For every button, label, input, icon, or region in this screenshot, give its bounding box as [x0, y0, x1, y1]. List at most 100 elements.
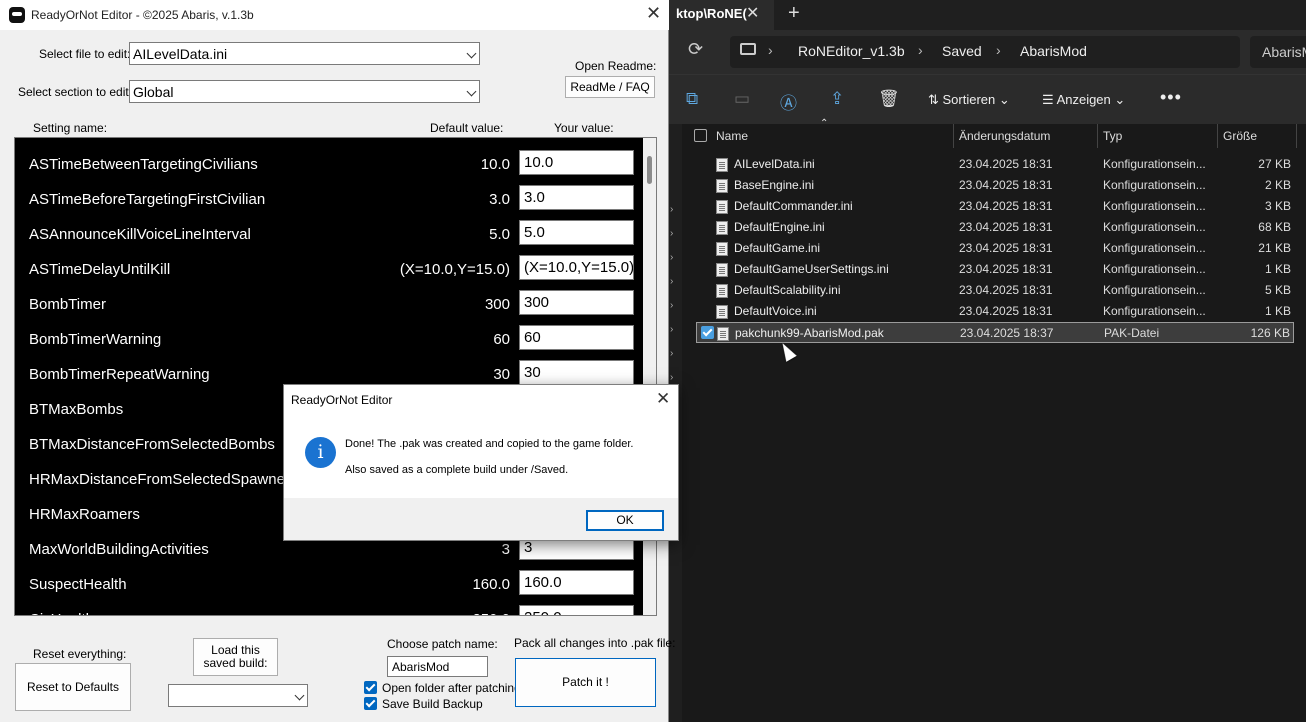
load-build-label-line2: saved build:: [203, 656, 268, 670]
close-tab-icon[interactable]: ✕: [746, 3, 759, 23]
chevron-down-icon: [466, 86, 477, 97]
explorer-tab-title: ktop\RoNE(: [676, 6, 747, 21]
file-row[interactable]: BaseEngine.ini 23.04.2025 18:31 Konfigurat…: [696, 175, 1294, 196]
select-all-checkbox[interactable]: [694, 129, 707, 142]
file-row[interactable]: DefaultGame.ini 23.04.2025 18:31 Konfigura…: [696, 238, 1294, 259]
chevron-right-icon[interactable]: ›: [670, 204, 673, 215]
setting-name: BombTimerRepeatWarning: [29, 366, 210, 383]
setting-value-input[interactable]: 30: [519, 360, 634, 385]
sort-button[interactable]: ⇅ Sortieren ⌄: [928, 92, 1010, 108]
chevron-down-icon: [294, 690, 305, 701]
chevron-right-icon[interactable]: ›: [670, 300, 673, 311]
setting-value-input[interactable]: 300: [519, 290, 634, 315]
setting-value-input[interactable]: 250.0: [519, 605, 634, 615]
file-select-value: AILevelData.ini: [133, 46, 228, 62]
file-date: 23.04.2025 18:31: [959, 241, 1053, 255]
close-window-button[interactable]: ✕: [646, 3, 661, 24]
patch-button[interactable]: Patch it !: [515, 658, 656, 707]
column-divider[interactable]: [1296, 124, 1297, 148]
setting-value-input[interactable]: 3.0: [519, 185, 634, 210]
explorer-tab[interactable]: ktop\RoNE( ✕: [668, 0, 774, 30]
chevron-right-icon[interactable]: ›: [670, 228, 673, 239]
breadcrumb-item[interactable]: Saved: [942, 43, 982, 59]
editor-title-bar[interactable]: ReadyOrNot Editor - ©2025 Abaris, v.1.3b…: [0, 0, 669, 30]
rename-icon[interactable]: Ⓐ: [780, 89, 797, 114]
setting-name: BombTimerWarning: [29, 331, 162, 348]
chevron-right-icon: ›: [996, 42, 1001, 58]
reset-defaults-button[interactable]: Reset to Defaults: [15, 663, 131, 711]
file-row[interactable]: DefaultVoice.ini 23.04.2025 18:31 Konfigur…: [696, 301, 1294, 322]
load-build-button[interactable]: Load this saved build:: [193, 638, 278, 676]
more-options-icon[interactable]: •••: [1160, 87, 1182, 108]
file-row[interactable]: DefaultEngine.ini 23.04.2025 18:31 Konfigu…: [696, 217, 1294, 238]
explorer-toolbar: ⧉ ▭ Ⓐ ⇪ 🗑 ⇅ Sortieren ⌄ ☰ Anzeigen ⌄ •••: [668, 74, 1306, 124]
file-name: DefaultGameUserSettings.ini: [734, 262, 889, 276]
scrollbar-thumb[interactable]: [647, 156, 652, 184]
setting-value-input[interactable]: 5.0: [519, 220, 634, 245]
file-name: BaseEngine.ini: [734, 178, 815, 192]
patch-name-input[interactable]: AbarisMod: [387, 656, 488, 677]
setting-row: ASAnnounceKillVoiceLineInterval 5.0 5.0: [15, 217, 643, 252]
column-divider[interactable]: [953, 124, 954, 148]
chevron-right-icon[interactable]: ›: [670, 324, 673, 335]
dialog-close-button[interactable]: ✕: [656, 389, 670, 409]
chevron-right-icon[interactable]: ›: [670, 252, 673, 263]
setting-default-value: 30: [493, 366, 510, 383]
setting-value-input[interactable]: 160.0: [519, 570, 634, 595]
chevron-right-icon[interactable]: ›: [670, 372, 673, 383]
breadcrumb[interactable]: › RoNEditor_v1.3b › Saved › AbarisMod: [730, 36, 1240, 68]
default-value-header: Default value:: [430, 121, 504, 135]
setting-value-input[interactable]: 60: [519, 325, 634, 350]
column-divider[interactable]: [1217, 124, 1218, 148]
section-select[interactable]: Global: [129, 80, 480, 103]
file-date: 23.04.2025 18:31: [959, 262, 1053, 276]
setting-name: ASTimeBetweenTargetingCivilians: [29, 156, 258, 173]
message-dialog: ReadyOrNot Editor ✕ i Done! The .pak was…: [283, 384, 679, 541]
select-section-label: Select section to edit:: [18, 85, 133, 99]
file-row[interactable]: AILevelData.ini 23.04.2025 18:31 Konfigura…: [696, 154, 1294, 175]
column-name[interactable]: Name: [716, 129, 748, 143]
breadcrumb-item[interactable]: RoNEditor_v1.3b: [798, 43, 905, 59]
setting-default-value: 10.0: [480, 156, 510, 173]
file-name: AILevelData.ini: [734, 157, 815, 171]
refresh-icon[interactable]: ⟳: [688, 39, 703, 60]
readme-button[interactable]: ReadMe / FAQ: [565, 76, 655, 98]
setting-value-input[interactable]: (X=10.0,Y=15.0): [519, 255, 634, 280]
setting-default-value: 3.0: [489, 191, 510, 208]
file-icon: [717, 327, 729, 341]
file-icon: [716, 221, 728, 235]
chevron-right-icon[interactable]: ›: [670, 348, 673, 359]
chevron-right-icon[interactable]: ›: [670, 276, 673, 287]
ok-button[interactable]: OK: [586, 510, 664, 531]
new-tab-button[interactable]: +: [788, 2, 800, 25]
dialog-title-bar[interactable]: ReadyOrNot Editor ✕: [284, 385, 678, 414]
setting-name: ASAnnounceKillVoiceLineInterval: [29, 226, 251, 243]
column-date[interactable]: Änderungsdatum: [959, 129, 1050, 143]
save-backup-checkbox[interactable]: [364, 697, 377, 710]
file-size: 5 KB: [1264, 283, 1291, 297]
file-row[interactable]: DefaultCommander.ini 23.04.2025 18:31 Konf…: [696, 196, 1294, 217]
computer-icon[interactable]: [740, 43, 756, 55]
column-divider[interactable]: [1097, 124, 1098, 148]
share-icon[interactable]: ⇪: [830, 89, 844, 109]
section-select-value: Global: [133, 84, 174, 100]
settings-scrollbar[interactable]: [643, 138, 656, 615]
open-folder-checkbox[interactable]: [364, 681, 377, 694]
view-button[interactable]: ☰ Anzeigen ⌄: [1042, 92, 1125, 108]
search-box[interactable]: AbarisM: [1250, 36, 1306, 68]
column-size[interactable]: Größe: [1223, 129, 1257, 143]
file-select[interactable]: AILevelData.ini: [129, 42, 480, 65]
file-row[interactable]: DefaultGameUserSettings.ini 23.04.2025 18…: [696, 259, 1294, 280]
file-size: 126 KB: [1250, 326, 1290, 340]
delete-icon[interactable]: 🗑: [878, 89, 900, 109]
copy-icon[interactable]: ⧉: [686, 89, 698, 109]
column-type[interactable]: Typ: [1103, 129, 1122, 143]
paste-icon[interactable]: ▭: [734, 89, 750, 109]
build-select[interactable]: [168, 684, 308, 707]
info-icon: i: [305, 437, 336, 468]
breadcrumb-item[interactable]: AbarisMod: [1020, 43, 1087, 59]
setting-value-input[interactable]: 10.0: [519, 150, 634, 175]
row-checkbox[interactable]: [701, 326, 714, 339]
file-row[interactable]: DefaultScalability.ini 23.04.2025 18:31 Ko…: [696, 280, 1294, 301]
file-name: pakchunk99-AbarisMod.pak: [735, 326, 884, 340]
